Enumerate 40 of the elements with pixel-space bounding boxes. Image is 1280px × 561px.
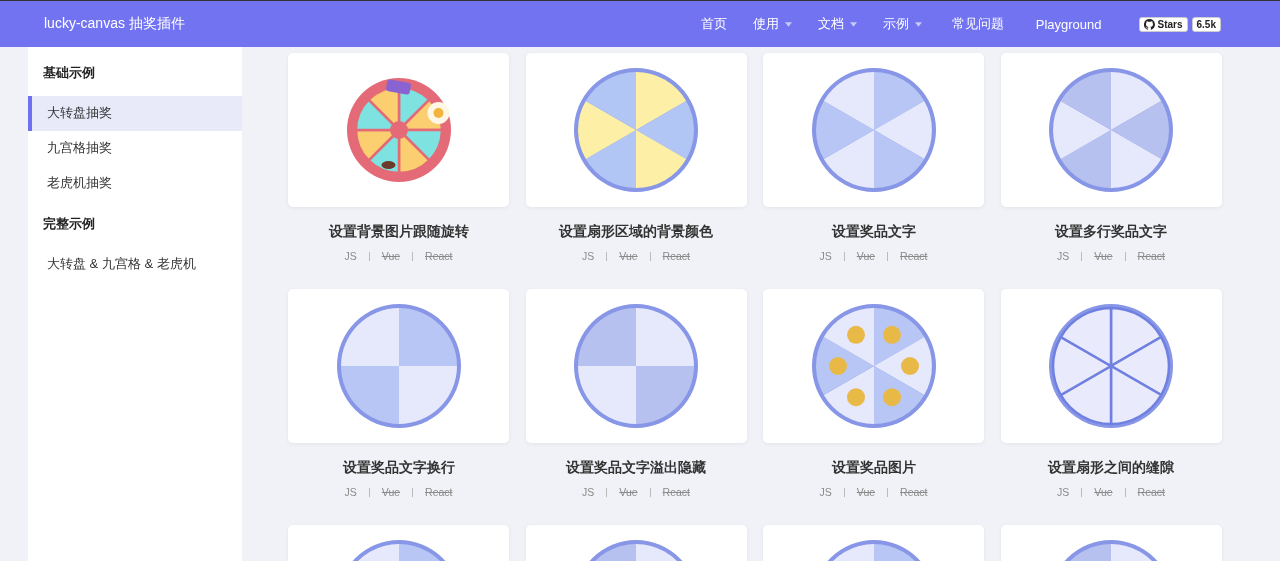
nav-link[interactable]: 首页: [700, 15, 727, 33]
demo-link[interactable]: JS: [1057, 250, 1070, 262]
preview-card[interactable]: [1000, 53, 1222, 207]
sidebar-item[interactable]: 九宫格抽奖: [28, 131, 242, 166]
github-stars-button[interactable]: Stars: [1138, 16, 1188, 32]
demo-link[interactable]: JS: [582, 486, 595, 498]
demo-link[interactable]: JS: [819, 486, 832, 498]
nav-link[interactable]: 常见问题: [951, 15, 1004, 33]
demo-link[interactable]: JS: [819, 250, 832, 262]
nav-link[interactable]: 示例: [882, 15, 922, 33]
example-title: 设置多行奖品文字: [1055, 223, 1167, 241]
example-title: 设置奖品文字换行: [342, 459, 455, 477]
nav-link[interactable]: 使用: [752, 15, 792, 33]
demo-link[interactable]: JS: [344, 250, 357, 262]
preview-card[interactable]: [288, 289, 509, 443]
star-count[interactable]: 6.5k: [1191, 16, 1221, 32]
site-title[interactable]: lucky-canvas 抽奖插件: [44, 15, 701, 33]
demo-link[interactable]: JS: [582, 250, 595, 262]
preview-card[interactable]: [288, 53, 509, 207]
nav-link[interactable]: Playground: [1035, 16, 1102, 32]
example-title: 设置奖品文字溢出隐藏: [566, 459, 706, 477]
demo-link[interactable]: JS: [1057, 486, 1070, 498]
sidebar-item[interactable]: 老虎机抽奖: [28, 166, 242, 201]
preview-card[interactable]: [525, 53, 747, 207]
preview-card[interactable]: [1000, 289, 1222, 443]
preview-card[interactable]: [763, 53, 984, 207]
example-title: 设置背景图片跟随旋转: [328, 223, 469, 241]
github-icon: [1143, 18, 1155, 30]
sidebar-heading: 完整示例: [42, 215, 96, 233]
sidebar-item[interactable]: 大转盘 & 九宫格 & 老虎机: [28, 247, 242, 282]
demo-link[interactable]: JS: [344, 486, 357, 498]
sidebar-item[interactable]: 大转盘抽奖: [28, 96, 242, 131]
example-title: 设置奖品文字: [831, 223, 916, 241]
example-title: 设置奖品图片: [831, 459, 916, 477]
example-title: 设置扇形之间的缝隙: [1048, 459, 1174, 477]
nav-link[interactable]: 文档: [817, 15, 857, 33]
preview-card[interactable]: [763, 289, 984, 443]
preview-card[interactable]: [525, 289, 747, 443]
example-title: 设置扇形区域的背景颜色: [559, 223, 713, 241]
sidebar-heading: 基础示例: [42, 64, 96, 82]
